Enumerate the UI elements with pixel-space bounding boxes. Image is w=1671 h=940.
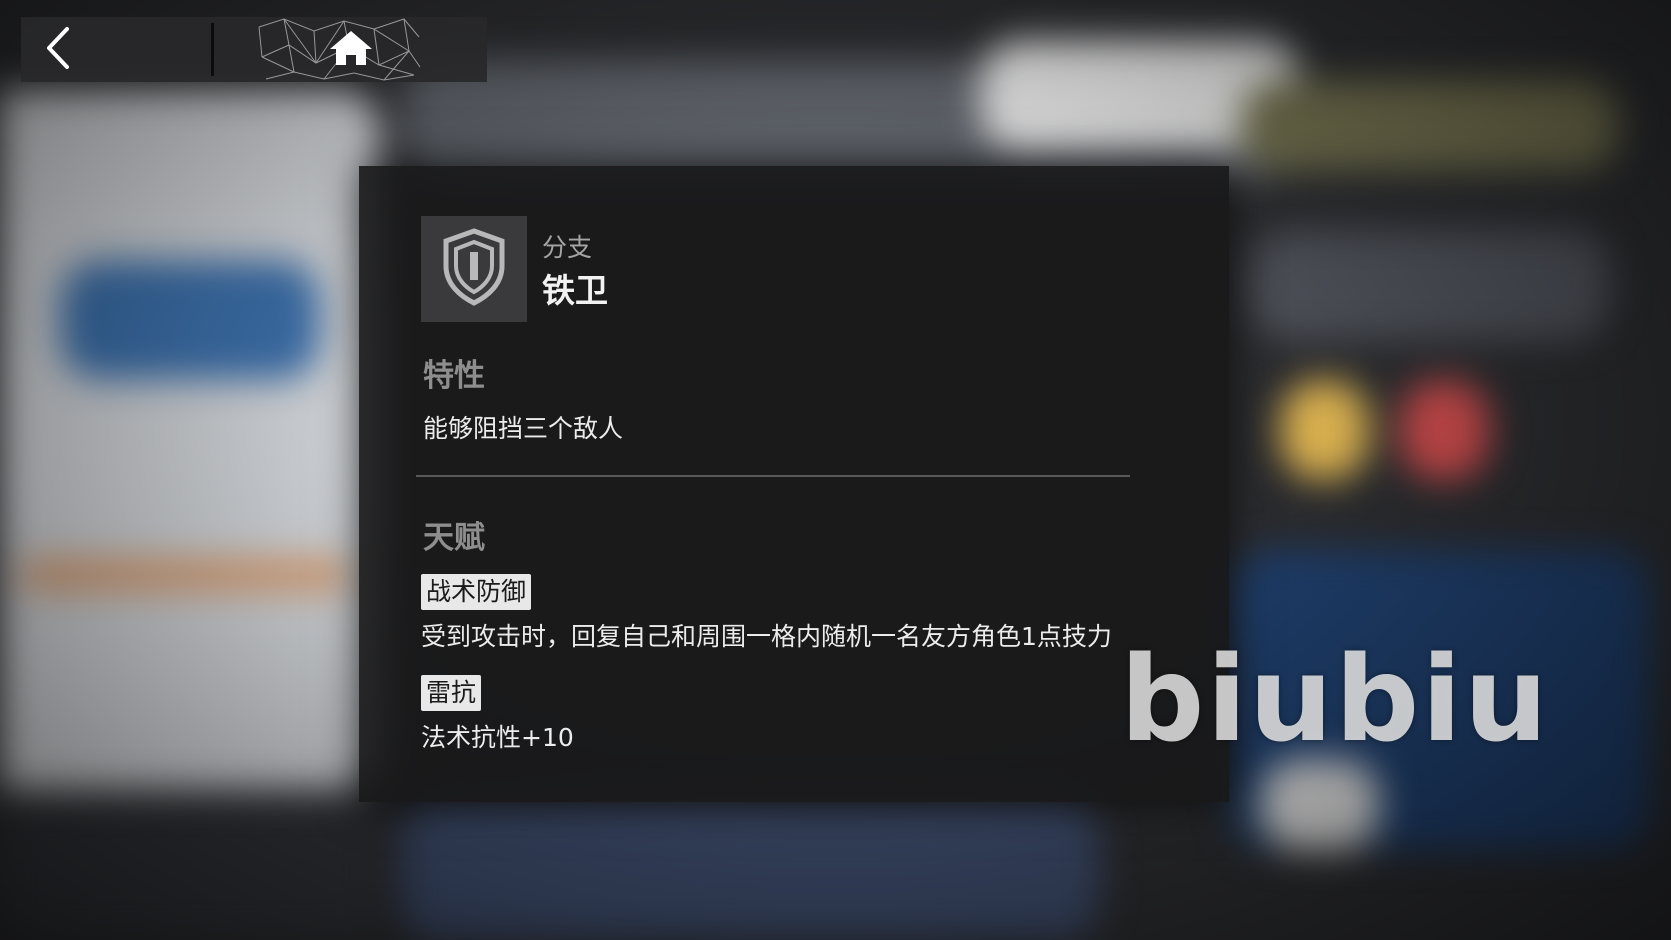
trait-section-title: 特性 (423, 358, 485, 394)
home-button[interactable] (214, 17, 487, 82)
branch-label: 分支 (542, 233, 593, 262)
home-icon (328, 29, 374, 71)
talent-section-title: 天赋 (423, 520, 485, 556)
branch-name: 铁卫 (542, 271, 608, 310)
top-nav-bar (21, 17, 487, 82)
back-button[interactable] (21, 17, 211, 82)
branch-detail-panel: 分支 铁卫 特性 能够阻挡三个敌人 天赋 战术防御 受到攻击时，回复自己和周围一… (359, 166, 1229, 802)
watermark-text: biubiu (1120, 630, 1550, 768)
talent-name-tag: 雷抗 (421, 675, 482, 711)
talent-description: 受到攻击时，回复自己和周围一格内随机一名友方角色1点技力 (421, 622, 1112, 651)
section-divider (416, 475, 1130, 477)
trait-description: 能够阻挡三个敌人 (423, 414, 624, 443)
talent-description: 法术抗性+10 (421, 723, 574, 752)
talent-name-tag: 战术防御 (421, 574, 532, 610)
chevron-left-icon (43, 25, 73, 75)
branch-icon-box (421, 216, 527, 322)
shield-icon (442, 228, 506, 310)
